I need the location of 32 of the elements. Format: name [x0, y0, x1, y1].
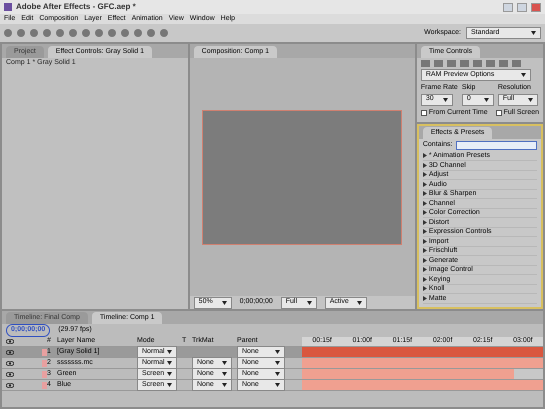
- dropdown-arrow-icon: [275, 361, 280, 365]
- close-button[interactable]: [531, 2, 541, 12]
- eye-icon[interactable]: [6, 382, 14, 388]
- app-icon: [4, 3, 12, 11]
- dropdown-arrow-icon: [222, 361, 227, 365]
- dropdown-arrow-icon: [167, 372, 172, 376]
- dropdown-arrow-icon: [442, 98, 448, 102]
- dropdown-arrow-icon: [528, 98, 533, 102]
- dropdown-arrow-icon: [306, 300, 312, 304]
- window-title: Adobe After Effects - GFC.aep *: [16, 1, 137, 13]
- dropdown-arrow-icon: [531, 31, 536, 35]
- dropdown-arrow-icon: [167, 383, 172, 387]
- dropdown-arrow-icon: [222, 372, 227, 376]
- minimize-button[interactable]: [503, 2, 513, 12]
- search-field[interactable]: [456, 140, 537, 150]
- dropdown-arrow-icon: [167, 361, 172, 365]
- dropdown-arrow-icon: [275, 350, 280, 354]
- dropdown-arrow-icon: [167, 350, 172, 354]
- eye-icon: [6, 339, 14, 344]
- maximize-button[interactable]: [517, 2, 527, 12]
- checkbox[interactable]: [420, 110, 427, 116]
- dropdown-arrow-icon: [222, 383, 227, 387]
- dropdown-arrow-icon: [520, 73, 526, 77]
- dropdown-arrow-icon: [222, 300, 227, 304]
- checkbox[interactable]: [496, 110, 502, 116]
- dropdown-arrow-icon: [356, 300, 362, 304]
- eye-icon[interactable]: [6, 360, 14, 366]
- eye-icon[interactable]: [6, 350, 14, 354]
- dropdown-arrow-icon: [275, 383, 280, 387]
- eye-icon[interactable]: [6, 372, 14, 376]
- dropdown-arrow-icon: [275, 372, 280, 376]
- dropdown-arrow-icon: [484, 98, 489, 102]
